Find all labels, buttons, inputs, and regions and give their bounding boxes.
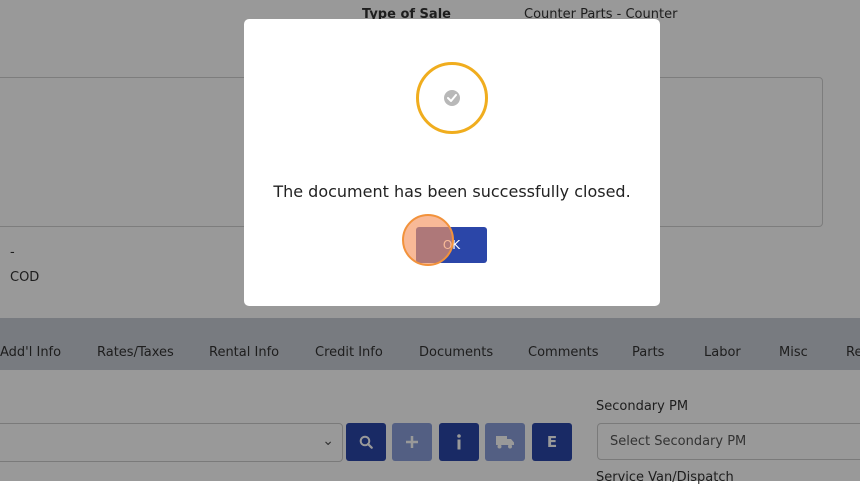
dialog-message: The document has been successfully close… (273, 182, 631, 201)
success-ring (416, 62, 488, 134)
check-circle-icon (444, 90, 460, 106)
ok-button[interactable]: OK (416, 227, 487, 263)
success-dialog: The document has been successfully close… (244, 19, 660, 306)
